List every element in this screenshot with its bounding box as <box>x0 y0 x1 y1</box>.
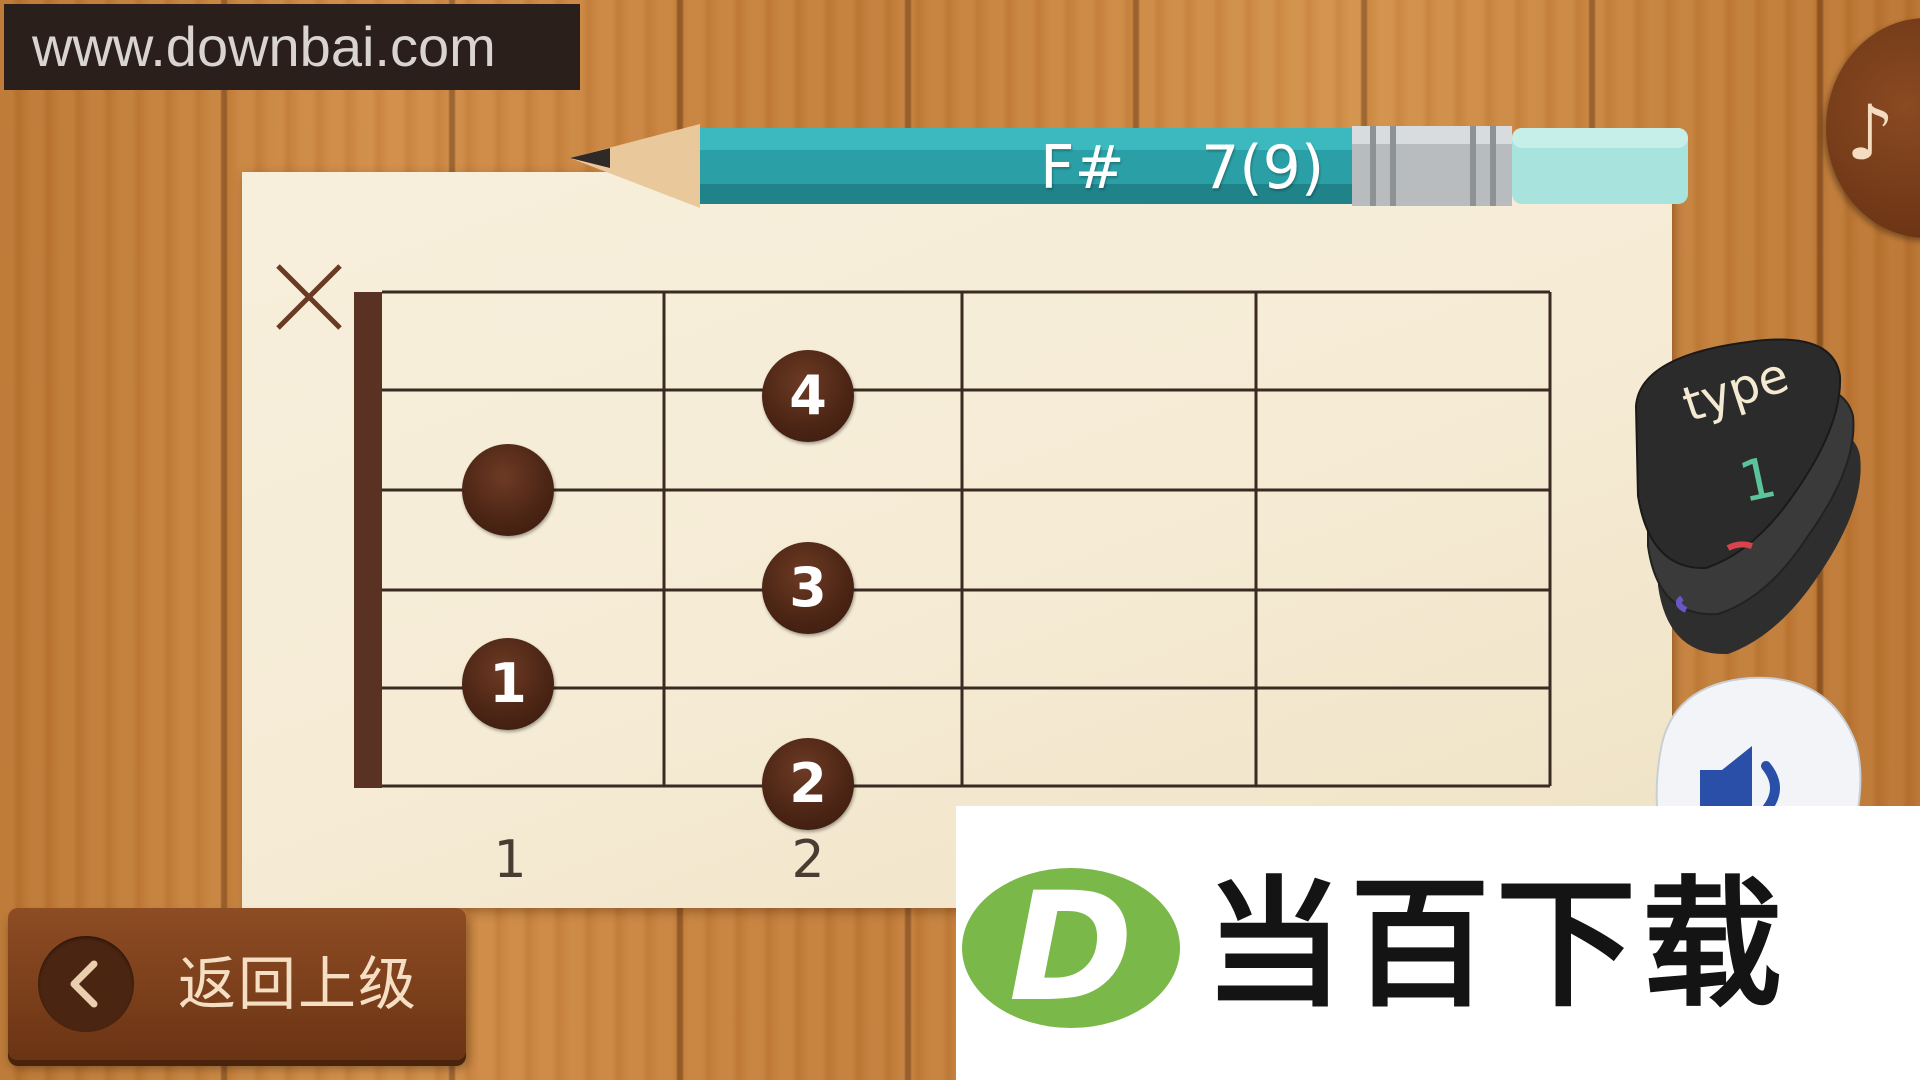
finger-marker-1: 1 <box>462 638 554 730</box>
download-site-banner: D 当百下载 <box>956 806 1920 1080</box>
finger-marker-3: 3 <box>762 542 854 634</box>
close-icon <box>276 264 342 330</box>
back-button[interactable]: 返回上级 <box>8 908 466 1060</box>
chord-name: F# 7(9) <box>1040 126 1324 210</box>
back-button-label: 返回上级 <box>178 950 419 1018</box>
fret-number-2: 2 <box>791 830 825 890</box>
finger-marker-4: 4 <box>762 350 854 442</box>
app-screen: www.downbai.com F# 7(9) 4 3 1 2 1 2 ♪ ty… <box>0 0 1920 1080</box>
site-logo-letter: D <box>1008 861 1134 1035</box>
site-name: 当百下载 <box>1204 864 1789 1027</box>
finger-marker-barre <box>462 444 554 536</box>
chevron-left-icon <box>38 936 134 1032</box>
site-logo: D <box>962 868 1180 1028</box>
pencil-wood-tip <box>570 124 700 208</box>
finger-marker-2: 2 <box>762 738 854 830</box>
music-button[interactable]: ♪ <box>1826 18 1920 238</box>
watermark-text: www.downbai.com <box>4 4 580 90</box>
chord-quality: 7(9) <box>1201 133 1325 203</box>
music-note-icon: ♪ <box>1846 88 1895 177</box>
chord-root: F# <box>1040 133 1125 203</box>
fret-number-1: 1 <box>493 830 527 890</box>
nut <box>354 292 382 788</box>
